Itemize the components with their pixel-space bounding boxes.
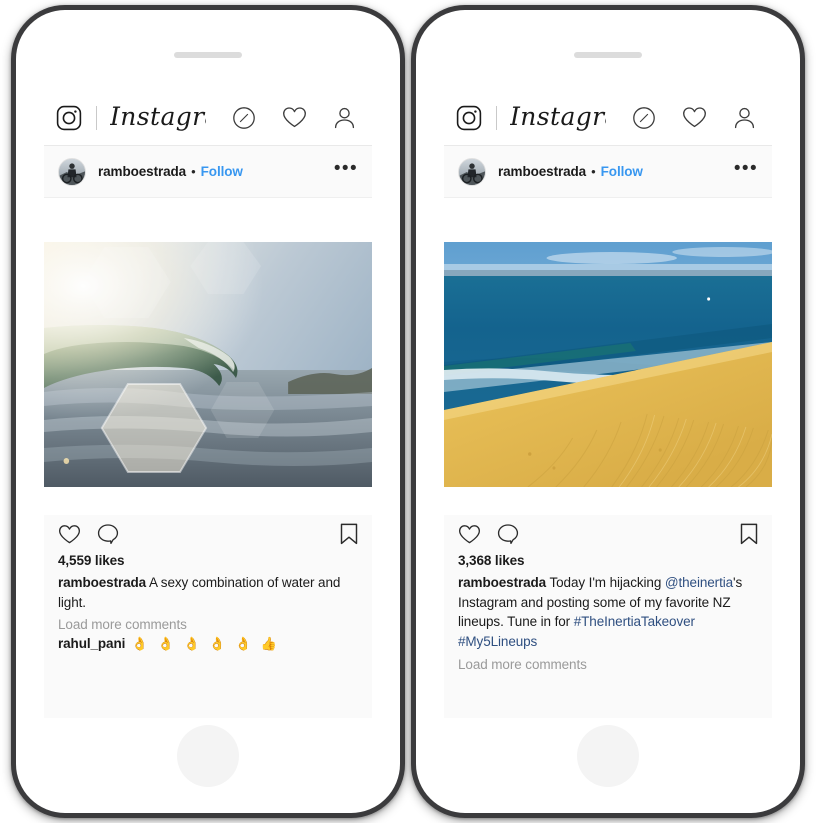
- explore-compass-icon[interactable]: [632, 106, 656, 130]
- phone-left: Instagram: [11, 5, 405, 818]
- caption-mention-link[interactable]: @theinertia: [665, 575, 733, 590]
- post-photo-wave[interactable]: [44, 242, 372, 487]
- post-photo-spacer: [444, 487, 772, 515]
- instagram-top-bar: Instagram: [44, 90, 372, 146]
- post-header: ramboestrada • Follow •••: [44, 146, 372, 198]
- caption-author[interactable]: ramboestrada: [58, 575, 146, 590]
- profile-person-icon[interactable]: [733, 106, 756, 129]
- feed-post: ramboestrada • Follow •••: [444, 146, 772, 718]
- like-heart-icon[interactable]: [458, 524, 481, 545]
- comment-bubble-icon[interactable]: [497, 523, 519, 545]
- two-phone-mockup: Instagram: [0, 0, 816, 823]
- like-count: 4,559 likes: [58, 553, 125, 568]
- instagram-top-bar: Instagram: [444, 90, 772, 146]
- post-caption: ramboestrada A sexy combination of water…: [58, 573, 358, 612]
- comment-emoji-body: 👌 👌 👌 👌 👌 👍: [125, 636, 281, 652]
- activity-heart-icon[interactable]: [282, 106, 307, 129]
- activity-heart-icon[interactable]: [682, 106, 707, 129]
- follow-button[interactable]: Follow: [601, 164, 643, 179]
- username-follow-separator: •: [591, 164, 596, 179]
- like-heart-icon[interactable]: [58, 524, 81, 545]
- load-more-comments[interactable]: Load more comments: [58, 617, 358, 632]
- phone-home-button[interactable]: [577, 725, 639, 787]
- post-caption: ramboestrada Today I'm hijacking @theine…: [458, 573, 758, 652]
- post-username[interactable]: ramboestrada: [498, 164, 586, 179]
- post-options-button[interactable]: •••: [334, 159, 358, 180]
- post-photo-dune[interactable]: [444, 242, 772, 487]
- brand-divider: [496, 105, 497, 130]
- post-meta: 3,368 likes ramboestrada Today I'm hijac…: [444, 553, 772, 718]
- instagram-brand: Instagram: [456, 104, 606, 132]
- instagram-wordmark: Instagram: [510, 103, 606, 131]
- phone-speaker-slot: [174, 52, 242, 58]
- post-username[interactable]: ramboestrada: [98, 164, 186, 179]
- instagram-nav-icons: [232, 106, 362, 130]
- load-more-comments[interactable]: Load more comments: [458, 657, 758, 672]
- brand-divider: [96, 105, 97, 130]
- post-header-spacer: [444, 198, 772, 242]
- feed-post: ramboestrada • Follow •••: [44, 146, 372, 718]
- comment-author[interactable]: rahul_pani: [58, 636, 125, 651]
- phone-speaker-slot: [574, 52, 642, 58]
- post-action-bar: [444, 515, 772, 553]
- instagram-wordmark: Instagram: [110, 103, 206, 131]
- post-header-spacer: [44, 198, 372, 242]
- post-meta: 4,559 likes ramboestrada A sexy combinat…: [44, 553, 372, 718]
- post-action-bar: [44, 515, 372, 553]
- instagram-brand: Instagram: [56, 104, 206, 132]
- phone-left-viewport: Instagram: [44, 90, 372, 718]
- phone-left-screen-body: Instagram: [16, 10, 400, 813]
- username-follow-separator: •: [191, 164, 196, 179]
- follow-button[interactable]: Follow: [201, 164, 243, 179]
- phone-home-button[interactable]: [177, 725, 239, 787]
- avatar[interactable]: [58, 157, 86, 186]
- profile-person-icon[interactable]: [333, 106, 356, 129]
- post-options-button[interactable]: •••: [734, 159, 758, 180]
- explore-compass-icon[interactable]: [232, 106, 256, 130]
- camera-logo-icon[interactable]: [456, 105, 482, 131]
- caption-author[interactable]: ramboestrada: [458, 575, 546, 590]
- post-header: ramboestrada • Follow •••: [444, 146, 772, 198]
- phone-right-screen-body: Instagram: [416, 10, 800, 813]
- avatar[interactable]: [458, 157, 486, 186]
- caption-hashtag-2[interactable]: #My5Lineups: [458, 634, 537, 649]
- bookmark-save-icon[interactable]: [740, 523, 758, 545]
- caption-body: Today I'm hijacking: [546, 575, 665, 590]
- phone-right-viewport: Instagram: [444, 90, 772, 718]
- comment-item: rahul_pani 👌 👌 👌 👌 👌 👍: [58, 636, 358, 652]
- like-count: 3,368 likes: [458, 553, 525, 568]
- comment-bubble-icon[interactable]: [97, 523, 119, 545]
- bookmark-save-icon[interactable]: [340, 523, 358, 545]
- camera-logo-icon[interactable]: [56, 105, 82, 131]
- caption-hashtag-1[interactable]: #TheInertiaTakeover: [574, 614, 695, 629]
- post-photo-spacer: [44, 487, 372, 515]
- phone-right: Instagram: [411, 5, 805, 818]
- instagram-nav-icons: [632, 106, 762, 130]
